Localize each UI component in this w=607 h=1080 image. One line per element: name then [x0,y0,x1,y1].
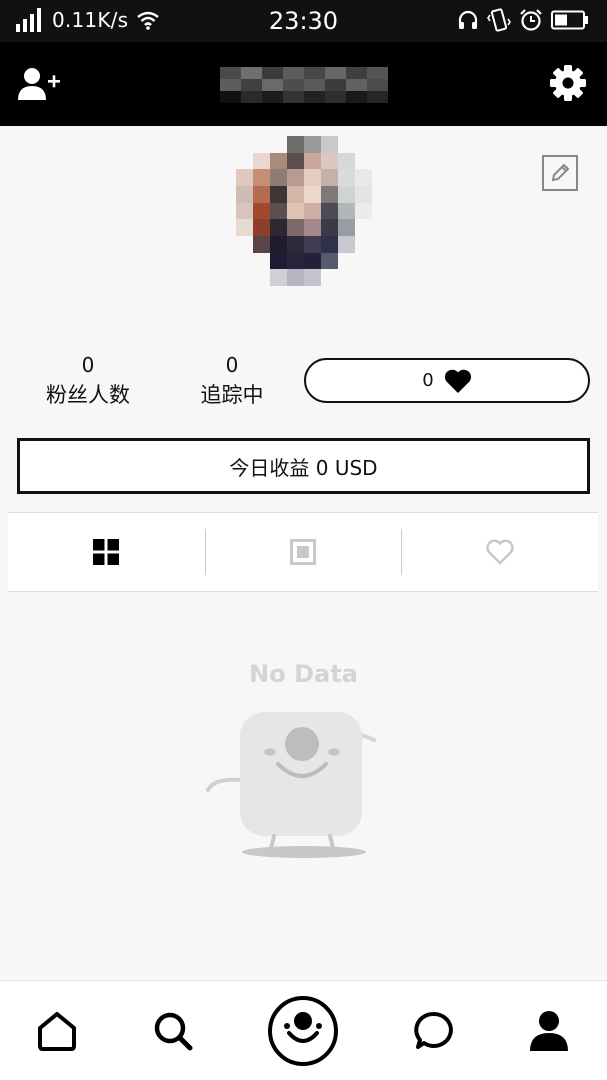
fans-count: 0 [81,353,95,377]
gear-icon [550,65,586,101]
following-count: 0 [225,353,239,377]
nav-messages[interactable] [393,981,473,1080]
battery-icon [551,10,588,30]
username-blurred [220,67,388,103]
bottom-nav [0,980,607,1080]
fans-label: 粉丝人数 [46,383,130,407]
earnings-button[interactable]: 今日收益 0 USD [17,438,590,494]
nav-camera[interactable] [263,981,343,1080]
following-stat[interactable]: 0 追踪中 [172,352,292,410]
home-icon [38,1012,76,1051]
camera-face-icon [268,996,338,1066]
grid-icon [93,539,120,565]
nav-search[interactable] [133,981,213,1080]
profile-icon [530,1011,568,1051]
top-bar [0,42,607,126]
add-user-button[interactable] [18,66,62,104]
content-tabs [8,512,598,592]
tab-grid[interactable] [8,513,205,591]
tab-likes[interactable] [401,513,598,591]
chat-bubble-icon [414,1011,453,1049]
empty-mascot-illustration [206,712,376,858]
heart-icon [444,369,471,393]
fans-stat[interactable]: 0 粉丝人数 [28,352,148,410]
alarm-icon [520,9,542,31]
following-label: 追踪中 [200,383,264,407]
status-right [457,8,589,32]
vibrate-icon [487,8,511,32]
search-icon [154,1012,193,1051]
likes-button[interactable]: 0 [304,358,590,403]
nav-home[interactable] [17,981,97,1080]
edit-profile-button[interactable] [542,155,578,191]
single-post-icon [290,539,316,565]
add-user-icon [18,68,60,100]
tab-single[interactable] [204,513,402,591]
avatar[interactable] [236,136,372,286]
heart-outline-icon [485,539,514,565]
pencil-icon [551,163,570,182]
likes-count: 0 [422,370,434,391]
empty-state: No Data [0,660,607,688]
status-bar: 0.11K/s 23:30 [0,0,607,42]
settings-button[interactable] [549,64,587,102]
empty-text: No Data [249,660,358,688]
headphones-icon [458,10,478,29]
nav-profile[interactable] [509,981,589,1080]
